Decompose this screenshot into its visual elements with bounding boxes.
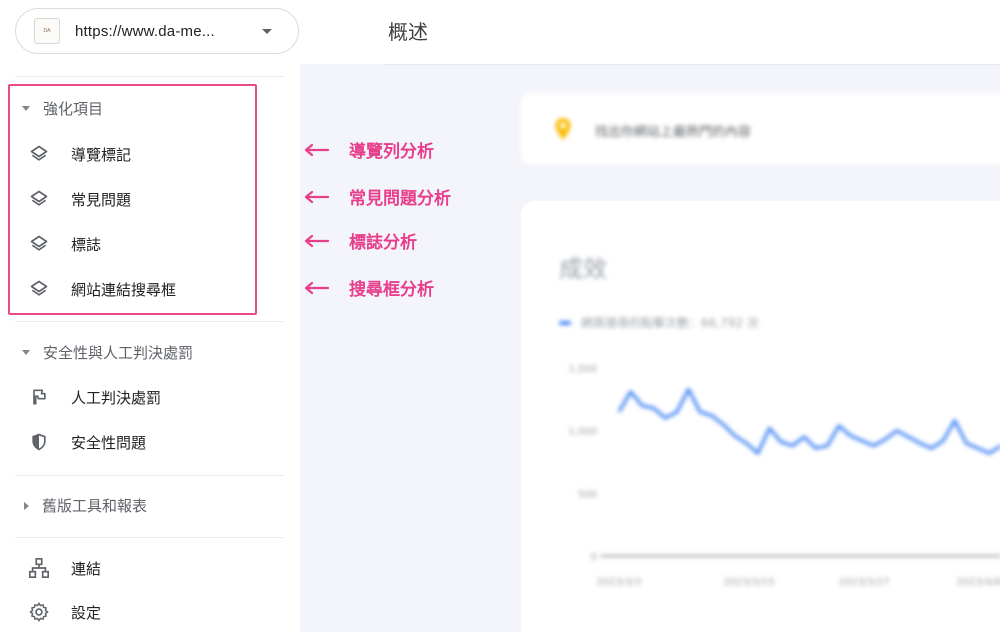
legend-swatch	[559, 320, 571, 325]
main-content: 概述 找出你網站上最熱門的內容 成效 網頁搜尋的點擊次數：66,792 次 1,…	[300, 0, 1000, 632]
gear-icon	[28, 601, 50, 623]
tip-text: 找出你網站上最熱門的內容	[595, 125, 752, 140]
expand-arrow-icon	[24, 501, 29, 510]
divider	[383, 64, 1000, 65]
property-url: https://www.da-me...	[75, 22, 215, 40]
sidebar-item-label: 設定	[71, 603, 102, 622]
shield-icon	[28, 431, 50, 453]
y-tick-label: 500	[578, 489, 597, 500]
sidebar-item-label: 安全性問題	[71, 433, 147, 452]
sidebar-item-label: 人工判決處罰	[71, 388, 162, 407]
flag-icon	[28, 386, 50, 408]
performance-chart: 1,500 1,000 500 0 2023/3/3 2023/3/15 2023/3/27…	[568, 364, 1000, 588]
y-tick-label: 1,500	[568, 364, 597, 375]
property-selector[interactable]: DA https://www.da-me...	[15, 8, 299, 54]
sidebar-item-security-issues[interactable]: 安全性問題	[28, 431, 146, 453]
main-header: 概述	[300, 0, 1000, 64]
page-title: 概述	[388, 20, 428, 44]
sitemap-icon	[28, 557, 50, 579]
divider	[15, 537, 284, 538]
sidebar-item-links[interactable]: 連結	[28, 557, 101, 579]
annotation-text: 常見問題分析	[349, 189, 451, 209]
x-tick-label: 2023/3/27	[838, 577, 889, 588]
arrow-left-icon	[304, 143, 329, 156]
arrow-left-icon	[304, 234, 329, 247]
y-tick-label: 1,000	[568, 427, 597, 438]
divider	[15, 475, 284, 476]
x-tick-label: 2023/4/8	[957, 577, 1000, 588]
annotation-text: 標誌分析	[349, 233, 417, 253]
x-tick-label: 2023/3/3	[597, 577, 642, 588]
annotation-logo: 標誌分析	[303, 228, 417, 253]
divider	[15, 321, 284, 322]
annotation-breadcrumbs: 導覽列分析	[303, 137, 434, 162]
tip-card[interactable]: 找出你網站上最熱門的內容	[521, 93, 1000, 165]
annotation-text: 搜尋框分析	[349, 280, 434, 300]
arrow-left-icon	[304, 281, 329, 294]
performance-title: 成效	[559, 255, 607, 283]
location-pin-icon	[554, 117, 572, 145]
section-title: 舊版工具和報表	[42, 497, 148, 515]
section-title: 安全性與人工判決處罰	[43, 344, 194, 362]
performance-card[interactable]: 成效 網頁搜尋的點擊次數：66,792 次 1,500 1,000 500 0 2023…	[521, 201, 1000, 632]
x-tick-label: 2023/3/15	[723, 577, 774, 588]
section-legacy-tools[interactable]: 舊版工具和報表	[22, 495, 147, 516]
sidebar-item-label: 連結	[71, 559, 102, 578]
y-tick-label: 0	[591, 552, 597, 563]
arrow-left-icon	[304, 190, 329, 203]
highlight-box	[8, 84, 257, 315]
series-line	[617, 387, 1000, 455]
sidebar-item-settings[interactable]: 設定	[28, 601, 101, 623]
sidebar-item-manual-actions[interactable]: 人工判決處罰	[28, 386, 161, 408]
annotation-text: 導覽列分析	[349, 142, 434, 162]
sidebar: DA https://www.da-me... 強化項目 導覽標記 常見問題 標…	[0, 0, 300, 632]
divider	[15, 76, 284, 77]
annotation-faq: 常見問題分析	[303, 184, 451, 209]
chart-legend: 網頁搜尋的點擊次數：66,792 次	[559, 314, 759, 331]
dropdown-caret-icon	[262, 29, 272, 34]
legend-label: 網頁搜尋的點擊次數：66,792 次	[581, 316, 759, 330]
expand-arrow-icon	[22, 350, 30, 355]
section-security[interactable]: 安全性與人工判決處罰	[22, 342, 193, 363]
site-logo: DA	[34, 18, 60, 44]
annotation-searchbox: 搜尋框分析	[303, 275, 434, 300]
